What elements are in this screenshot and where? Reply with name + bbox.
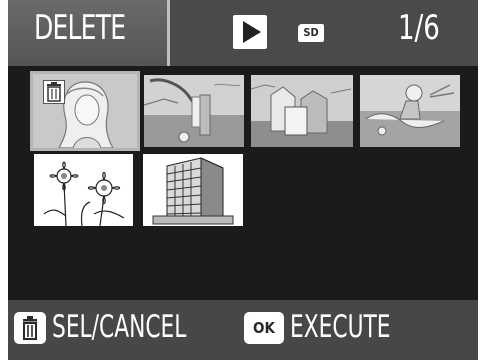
image-counter: 1/6 bbox=[398, 8, 440, 48]
play-icon bbox=[233, 15, 267, 49]
thumbnail-building[interactable] bbox=[143, 154, 243, 226]
thumbnail-seaside[interactable] bbox=[144, 75, 244, 147]
execute-label: EXECUTE bbox=[290, 309, 391, 345]
sel-cancel-label: SEL/CANCEL bbox=[52, 309, 187, 345]
ok-button-icon: OK bbox=[244, 312, 284, 344]
delete-mode-label: DELETE bbox=[34, 8, 126, 48]
top-bar: DELETE SD 1/6 bbox=[8, 0, 478, 66]
thumbnail-flowers[interactable] bbox=[34, 154, 133, 226]
thumbnail-harbor[interactable] bbox=[251, 75, 353, 147]
sd-card-icon: SD bbox=[298, 24, 324, 42]
thumbnail-beach[interactable] bbox=[360, 75, 460, 147]
delete-mode-tab[interactable]: DELETE bbox=[8, 0, 170, 66]
trash-button-icon bbox=[14, 312, 46, 344]
trash-icon bbox=[43, 80, 65, 104]
bottom-bar: SEL/CANCEL OK EXECUTE bbox=[8, 300, 478, 360]
camera-screen: DELETE SD 1/6 SEL/CANCEL OK EXECUTE bbox=[8, 0, 478, 360]
thumbnail-portrait[interactable] bbox=[30, 71, 140, 151]
